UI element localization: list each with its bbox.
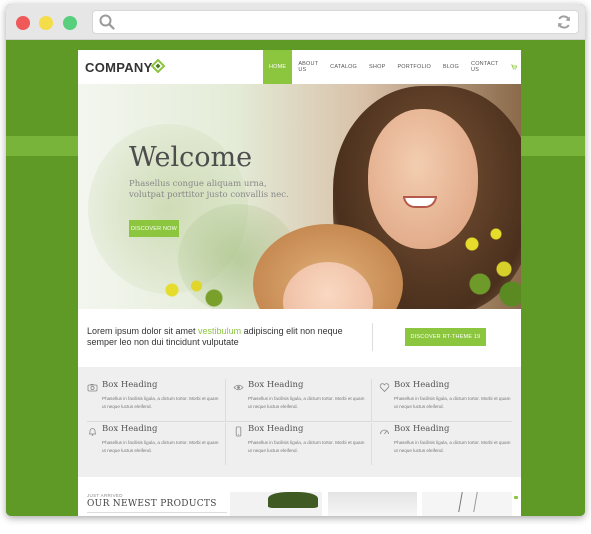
feature-text: Phasellus in facilisis ligula, a dictum … <box>394 396 511 409</box>
features-grid: Box Heading Phasellus in facilisis ligul… <box>78 367 521 477</box>
promo-divider <box>372 323 373 351</box>
search-icon <box>99 14 115 35</box>
products-kicker: JUST ARRIVED <box>87 493 123 498</box>
nav-blog[interactable]: BLOG <box>437 50 465 84</box>
nav-contact-us[interactable]: CONTACT US <box>465 50 504 84</box>
promo-text: Lorem ipsum dolor sit amet vestibulum ad… <box>87 326 367 348</box>
address-bar[interactable] <box>92 10 579 34</box>
products-title: OUR NEWEST PRODUCTS <box>87 499 217 509</box>
feature-text: Phasellus in facilisis ligula, a dictum … <box>248 396 365 409</box>
product-image-tree <box>268 492 318 508</box>
feature-box: Box Heading Phasellus in facilisis ligul… <box>78 380 223 420</box>
hero-banner: Welcome Phasellus congue aliquam urna, v… <box>78 84 521 309</box>
browser-window: COMPANY HOME ABOUT US CATALOG SHOP PORTF… <box>6 4 585 516</box>
nav-shop[interactable]: SHOP <box>363 50 391 84</box>
nav-portfolio[interactable]: PORTFOLIO <box>391 50 436 84</box>
site-header: COMPANY HOME ABOUT US CATALOG SHOP PORTF… <box>78 50 521 84</box>
feature-box: Box Heading Phasellus in facilisis ligul… <box>224 380 369 420</box>
feature-text: Phasellus in facilisis ligula, a dictum … <box>248 440 365 453</box>
discover-theme-button[interactable]: DISCOVER RT-THEME 19 <box>405 328 486 346</box>
feature-text: Phasellus in facilisis ligula, a dictum … <box>102 396 219 409</box>
hero-subtitle: Phasellus congue aliquam urna, volutpat … <box>129 179 289 200</box>
feature-text: Phasellus in facilisis ligula, a dictum … <box>394 440 511 453</box>
close-window-button[interactable] <box>16 16 30 30</box>
product-thumbnail[interactable] <box>328 492 417 516</box>
feature-box: Box Heading Phasellus in facilisis ligul… <box>370 380 515 420</box>
feature-text: Phasellus in facilisis ligula, a dictum … <box>102 440 219 453</box>
nav-home[interactable]: HOME <box>263 50 293 84</box>
maximize-window-button[interactable] <box>63 16 77 30</box>
product-thumbnail[interactable] <box>230 492 322 516</box>
product-thumbnail[interactable] <box>422 492 512 516</box>
feature-heading: Box Heading <box>394 380 450 390</box>
gauge-icon <box>379 424 390 435</box>
promo-text-start: Lorem ipsum dolor sit amet <box>87 326 199 336</box>
main-nav: HOME ABOUT US CATALOG SHOP PORTFOLIO BLO… <box>263 50 521 84</box>
hero-title: Welcome <box>129 142 253 173</box>
phone-icon <box>233 424 244 437</box>
hero-image-flowers <box>448 214 521 309</box>
feature-box: Box Heading Phasellus in facilisis ligul… <box>224 424 369 464</box>
site-logo[interactable]: COMPANY <box>85 60 153 75</box>
logo-diamond-icon <box>150 58 166 78</box>
feature-heading: Box Heading <box>394 424 450 434</box>
newest-products-section: JUST ARRIVED OUR NEWEST PRODUCTS <box>78 477 521 516</box>
reload-icon[interactable] <box>556 14 572 35</box>
minimize-window-button[interactable] <box>39 16 53 30</box>
hero-image-flowers <box>158 274 228 309</box>
feature-heading: Box Heading <box>248 424 304 434</box>
eye-icon <box>233 380 244 391</box>
cart-icon[interactable] <box>505 50 522 84</box>
page-background: COMPANY HOME ABOUT US CATALOG SHOP PORTF… <box>6 40 585 516</box>
promo-highlight-link[interactable]: vestibulum <box>198 326 241 336</box>
bell-icon <box>87 424 98 436</box>
feature-box: Box Heading Phasellus in facilisis ligul… <box>370 424 515 464</box>
website-preview: COMPANY HOME ABOUT US CATALOG SHOP PORTF… <box>78 50 521 516</box>
feature-heading: Box Heading <box>248 380 304 390</box>
scroll-indicator[interactable] <box>514 496 518 499</box>
feature-heading: Box Heading <box>102 424 158 434</box>
promo-bar: Lorem ipsum dolor sit amet vestibulum ad… <box>78 309 521 367</box>
browser-toolbar <box>6 4 585 40</box>
discover-now-button[interactable]: DISCOVER NOW <box>129 220 179 237</box>
heart-icon <box>379 380 390 393</box>
camera-icon <box>87 380 98 392</box>
feature-box: Box Heading Phasellus in facilisis ligul… <box>78 424 223 464</box>
feature-heading: Box Heading <box>102 380 158 390</box>
nav-about-us[interactable]: ABOUT US <box>292 50 324 84</box>
feature-row-divider <box>87 421 512 422</box>
nav-catalog[interactable]: CATALOG <box>324 50 363 84</box>
products-title-underline <box>87 512 227 513</box>
product-image-branch <box>458 492 478 512</box>
